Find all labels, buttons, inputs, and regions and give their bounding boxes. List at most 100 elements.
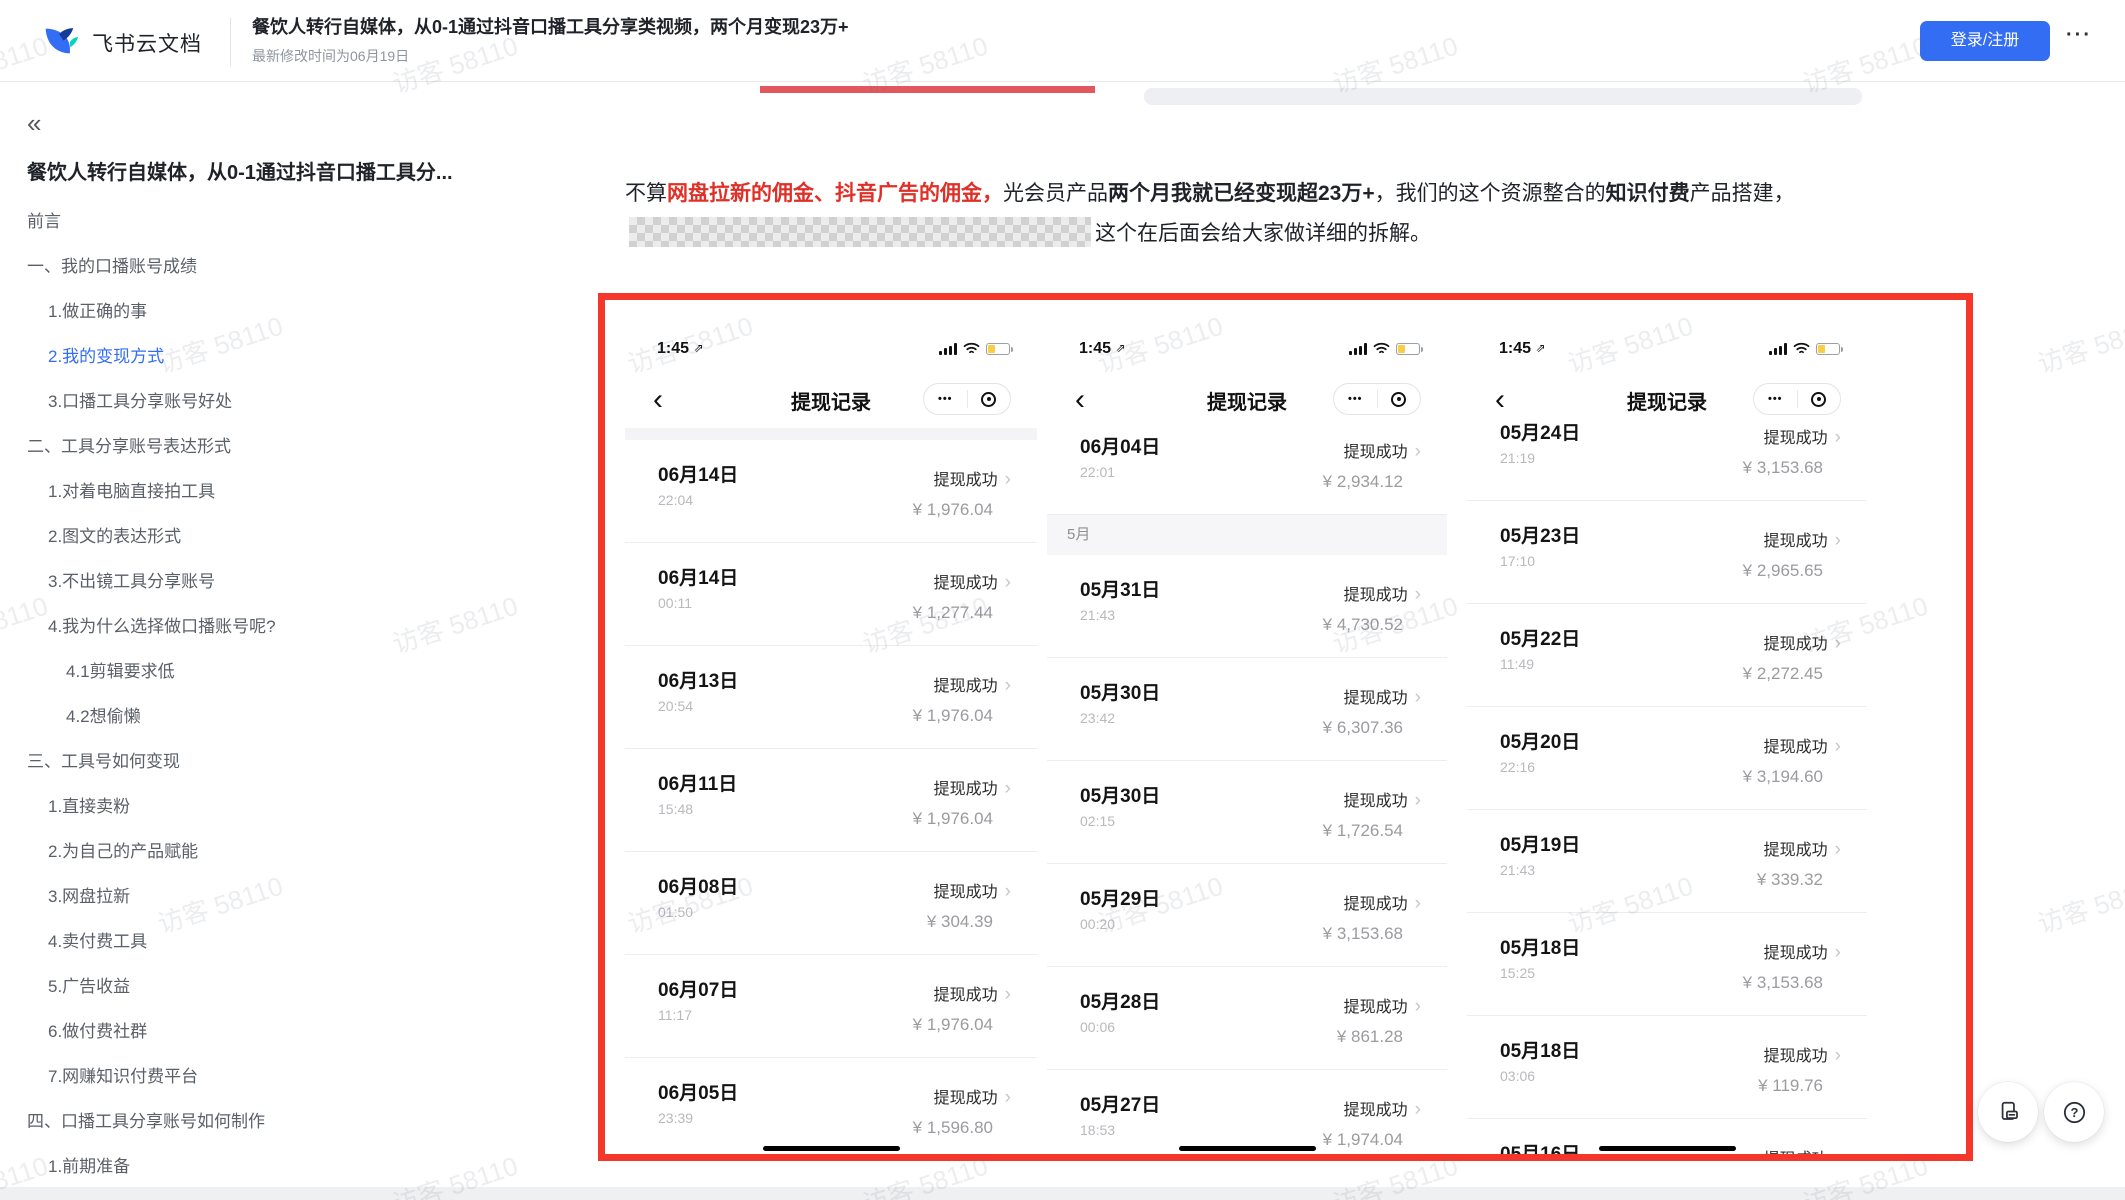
record-amount: ¥ 119.76 (1758, 1076, 1823, 1096)
comment-feedback-button[interactable] (1978, 1082, 2038, 1142)
record-status: 提现成功› (1743, 733, 1841, 758)
wifi-icon (1373, 342, 1390, 355)
sidebar-item[interactable]: 4.卖付费工具 (0, 919, 570, 964)
chevron-right-icon: › (1835, 942, 1841, 963)
sidebar-item[interactable]: 前言 (0, 199, 570, 244)
withdrawal-record-row: 06月13日20:54提现成功›¥ 1,976.04 (625, 646, 1037, 749)
sidebar-item[interactable]: 1.对着电脑直接拍工具 (0, 469, 570, 514)
phone-status-bar: 1:45 ⇗ (1467, 340, 1867, 364)
text-segment: 光会员产品 (1003, 182, 1108, 205)
record-status: 提现成功› (1743, 424, 1841, 449)
home-indicator (1179, 1146, 1316, 1151)
sidebar-item[interactable]: 二、工具分享账号表达形式 (0, 424, 570, 469)
sidebar-item[interactable]: 1.直接卖粉 (0, 784, 570, 829)
record-amount: ¥ 2,272.45 (1743, 664, 1823, 684)
record-amount: ¥ 2,934.12 (1323, 472, 1403, 492)
sidebar-item[interactable]: 7.网赚知识付费平台 (0, 1054, 570, 1099)
record-date: 05月24日 (1500, 418, 1580, 445)
visitor-watermark: 访客 58110 (2032, 866, 2125, 941)
record-amount: ¥ 1,976.04 (913, 809, 993, 829)
scrolled-image-border-fragment (760, 86, 1095, 93)
withdrawal-record-row: 06月04日22:01提现成功›¥ 2,934.12 (1047, 412, 1447, 515)
record-status: 提现成功› (1757, 836, 1841, 861)
doc-modified-time: 最新修改时间为06月19日 (252, 46, 409, 66)
doc-title: 餐饮人转行自媒体，从0-1通过抖音口播工具分享类视频，两个月变现23万+ (252, 13, 1552, 39)
record-amount: ¥ 1,277.44 (913, 603, 993, 623)
sidebar-item[interactable]: 4.我为什么选择做口播账号呢? (0, 604, 570, 649)
sidebar-item[interactable]: 3.口播工具分享账号好处 (0, 379, 570, 424)
record-date: 05月28日 (1080, 987, 1160, 1014)
sidebar-item[interactable]: 4.1剪辑要求低 (0, 649, 570, 694)
chevron-right-icon: › (1835, 427, 1841, 448)
nav-separator-strip (625, 428, 1037, 440)
record-status: 提现成功› (927, 878, 1011, 903)
horizontal-scrollbar-track[interactable] (0, 1187, 2125, 1200)
record-status: 提现成功› (913, 981, 1011, 1006)
login-register-button[interactable]: 登录/注册 (1920, 21, 2050, 61)
sidebar-item[interactable]: 1.做正确的事 (0, 289, 570, 334)
outline-doc-title[interactable]: 餐饮人转行自媒体，从0-1通过抖音口播工具分... (27, 156, 537, 185)
withdrawal-record-row: 06月07日11:17提现成功›¥ 1,976.04 (625, 955, 1037, 1058)
phone-screenshot: 1:45 ⇗‹提现记录•••06月14日22:04提现成功›¥ 1,976.04… (625, 300, 1037, 1154)
outline-list: 前言一、我的口播账号成绩1.做正确的事2.我的变现方式3.口播工具分享账号好处二… (0, 199, 570, 1189)
record-date: 05月30日 (1080, 678, 1160, 705)
record-date: 05月20日 (1500, 727, 1580, 754)
signal-icon (1769, 343, 1787, 355)
chevron-right-icon: › (1835, 633, 1841, 654)
withdrawal-record-row: 05月24日21:19提现成功›¥ 3,153.68 (1467, 398, 1867, 501)
withdrawal-record-row: 05月30日02:15提现成功›¥ 1,726.54 (1047, 761, 1447, 864)
chevron-right-icon: › (1005, 778, 1011, 799)
record-status: 提现成功› (913, 1084, 1011, 1109)
record-time: 22:16 (1500, 759, 1535, 775)
record-amount: ¥ 1,976.04 (913, 500, 993, 520)
collapse-sidebar-button[interactable]: « (27, 108, 570, 142)
sidebar-item[interactable]: 一、我的口播账号成绩 (0, 244, 570, 289)
scrolled-element-fragment (1144, 88, 1862, 105)
withdrawal-record-row: 06月14日22:04提现成功›¥ 1,976.04 (625, 440, 1037, 543)
text-segment-bold: 两个月我就已经变现超23万+ (1108, 182, 1375, 205)
record-date: 05月29日 (1080, 884, 1160, 911)
home-indicator (1599, 1146, 1736, 1151)
chevron-right-icon: › (1835, 736, 1841, 757)
capsule-close-icon (968, 392, 1011, 407)
battery-icon (986, 343, 1010, 355)
phone-status-bar: 1:45 ⇗ (625, 340, 1037, 364)
capsule-more-icon: ••• (1334, 393, 1377, 405)
sidebar-item[interactable]: 2.我的变现方式 (0, 334, 570, 379)
capsule-more-icon: ••• (924, 393, 967, 405)
location-icon: ⇗ (1535, 341, 1545, 355)
record-date: 06月07日 (658, 975, 738, 1002)
sidebar-item[interactable]: 5.广告收益 (0, 964, 570, 1009)
record-status: 提现成功› (1323, 581, 1421, 606)
record-amount: ¥ 304.39 (927, 912, 993, 932)
sidebar-item[interactable]: 三、工具号如何变现 (0, 739, 570, 784)
battery-icon (1816, 343, 1840, 355)
record-time: 01:50 (658, 904, 693, 920)
record-amount: ¥ 1,596.80 (913, 1118, 993, 1138)
sidebar-item[interactable]: 四、口播工具分享账号如何制作 (0, 1099, 570, 1144)
sidebar-item[interactable]: 3.不出镜工具分享账号 (0, 559, 570, 604)
record-time: 02:15 (1080, 813, 1115, 829)
withdrawal-record-row: 06月08日01:50提现成功›¥ 304.39 (625, 852, 1037, 955)
sidebar-item[interactable]: 6.做付费社群 (0, 1009, 570, 1054)
withdrawal-record-row: 05月31日21:43提现成功›¥ 4,730.52 (1047, 555, 1447, 658)
capsule-close-icon (1378, 392, 1421, 407)
sidebar-item[interactable]: 2.图文的表达形式 (0, 514, 570, 559)
sidebar-item[interactable]: 4.2想偷懒 (0, 694, 570, 739)
phone-status-bar: 1:45 ⇗ (1047, 340, 1447, 364)
chevron-right-icon: › (1415, 584, 1421, 605)
record-time: 11:17 (658, 1007, 692, 1023)
more-menu-icon[interactable]: ··· (2066, 24, 2092, 47)
record-time: 23:39 (658, 1110, 693, 1126)
help-button[interactable]: ? (2044, 1082, 2104, 1142)
record-amount: ¥ 339.32 (1757, 870, 1823, 890)
sidebar-item[interactable]: 3.网盘拉新 (0, 874, 570, 919)
record-date: 05月18日 (1500, 933, 1580, 960)
withdrawal-records-image[interactable]: 1:45 ⇗‹提现记录•••06月14日22:04提现成功›¥ 1,976.04… (598, 293, 1973, 1161)
record-date: 06月05日 (658, 1078, 738, 1105)
record-amount: ¥ 6,307.36 (1323, 718, 1403, 738)
sidebar-item[interactable]: 1.前期准备 (0, 1144, 570, 1189)
text-segment: 产品搭建， (1690, 182, 1795, 205)
sidebar-item[interactable]: 2.为自己的产品赋能 (0, 829, 570, 874)
month-section-header: 5月 (1047, 515, 1447, 555)
